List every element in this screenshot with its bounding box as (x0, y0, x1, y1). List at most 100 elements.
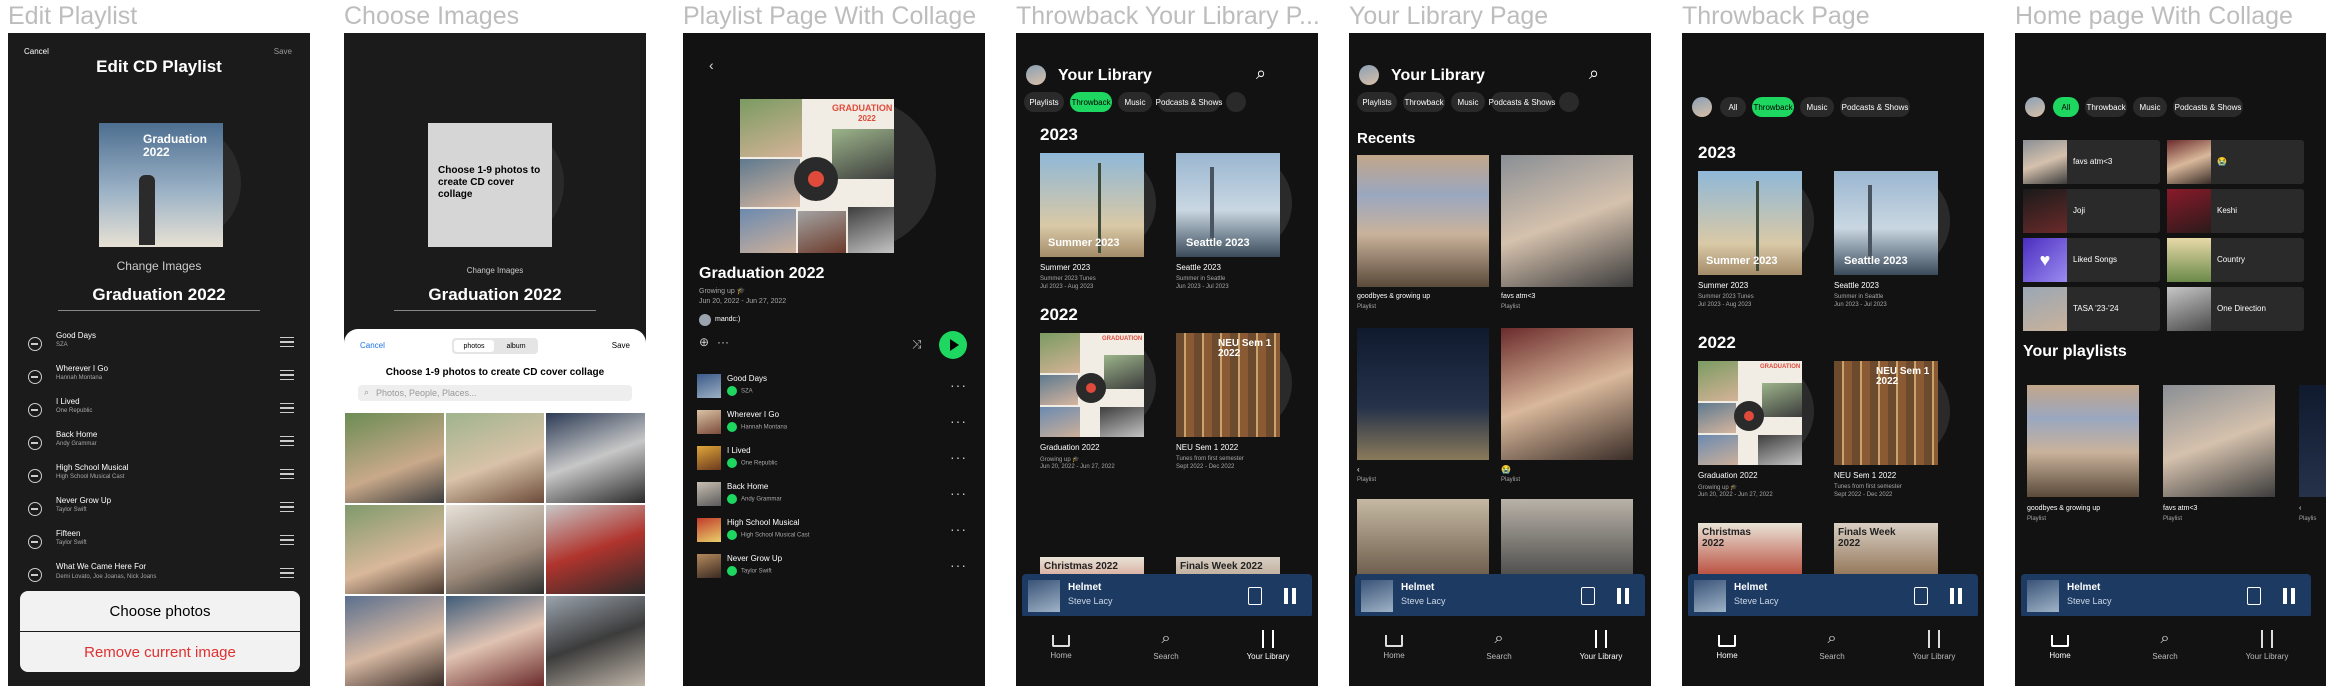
add-user-icon[interactable]: ⊕ (699, 335, 709, 349)
nav-library[interactable]: Your Library (1571, 630, 1631, 661)
nav-search[interactable]: ⌕ Search (2135, 630, 2195, 661)
playlist-title[interactable]: goodbyes & growing up (1357, 293, 1430, 300)
pause-icon[interactable] (2291, 588, 2295, 604)
playlist-title[interactable]: favs atm<3 (1501, 293, 1535, 300)
track-more-icon[interactable]: ··· (950, 485, 967, 501)
track-row[interactable]: Wherever I Go Hannah Montana ··· (683, 407, 985, 447)
playlist-cover[interactable] (1357, 499, 1489, 579)
playlist-cover[interactable] (2027, 385, 2139, 497)
track-row[interactable]: I Lived One Republic ··· (683, 443, 985, 483)
filter-music[interactable]: Music (1451, 92, 1485, 112)
shortcut-tile[interactable]: Country (2167, 238, 2304, 282)
cover-image[interactable]: Graduation 2022 (99, 123, 223, 247)
change-images-link[interactable]: Change Images (344, 266, 646, 275)
mini-player[interactable]: Helmet Steve Lacy (1688, 574, 1978, 618)
playlist-title[interactable]: ‹ (2299, 505, 2301, 512)
summer-2023-cover[interactable]: Summer 2023 (1698, 171, 1802, 275)
filter-podcasts[interactable]: Podcasts & Shows (2173, 97, 2243, 117)
filter-podcasts[interactable]: Podcasts & Shows (1156, 92, 1222, 112)
nav-library[interactable]: Your Library (1904, 630, 1964, 661)
filter-music[interactable]: Music (2133, 97, 2167, 117)
profile-avatar[interactable] (1359, 65, 1379, 85)
mini-player[interactable]: Helmet Steve Lacy (2021, 574, 2311, 618)
save-button[interactable]: Save (274, 47, 292, 56)
filter-more[interactable] (1559, 92, 1579, 112)
pause-icon[interactable] (1958, 588, 1962, 604)
remove-track-icon[interactable] (28, 568, 42, 582)
pause-icon[interactable] (1292, 588, 1296, 604)
profile-avatar[interactable] (1692, 97, 1712, 117)
filter-throwback[interactable]: Throwback (1070, 92, 1112, 112)
playlist-cover[interactable] (2163, 385, 2275, 497)
remove-track-icon[interactable] (28, 535, 42, 549)
drag-handle-icon[interactable] (280, 337, 294, 347)
filter-music[interactable]: Music (1118, 92, 1152, 112)
photo-thumbnail[interactable] (445, 596, 545, 686)
playlist-cover[interactable] (1357, 328, 1489, 460)
drag-handle-icon[interactable] (280, 502, 294, 512)
playlist-title[interactable]: ‹ (1357, 465, 1360, 474)
back-arrow-icon[interactable]: ‹ (709, 57, 714, 73)
photo-thumbnail[interactable] (345, 413, 444, 503)
drag-handle-icon[interactable] (280, 568, 294, 578)
seattle-2023-cover[interactable]: Seattle 2023 (1176, 153, 1280, 257)
track-row[interactable]: Good Days SZA ··· (683, 371, 985, 411)
shortcut-tile[interactable]: TASA '23-'24 (2023, 287, 2160, 331)
track-more-icon[interactable]: ··· (950, 449, 967, 465)
pause-icon[interactable] (1284, 588, 1288, 604)
nav-library[interactable]: Your Library (1238, 630, 1298, 661)
playlist-cover[interactable] (1501, 499, 1633, 579)
filter-playlists[interactable]: Playlists (1024, 92, 1064, 112)
profile-avatar[interactable] (1026, 65, 1046, 85)
pause-icon[interactable] (2283, 588, 2287, 604)
photo-thumbnail[interactable] (546, 413, 645, 503)
filter-throwback[interactable]: Throwback (1752, 97, 1794, 117)
photo-thumbnail[interactable] (445, 504, 545, 595)
filter-music[interactable]: Music (1800, 97, 1834, 117)
photo-thumbnail[interactable] (546, 504, 645, 595)
photo-thumbnail[interactable] (345, 504, 444, 595)
drag-handle-icon[interactable] (280, 436, 294, 446)
filter-all[interactable]: All (2053, 97, 2079, 117)
shortcut-tile[interactable]: Joji (2023, 189, 2160, 233)
owner-name[interactable]: mandc:) (715, 316, 740, 323)
seattle-2023-cover[interactable]: Seattle 2023 (1834, 171, 1938, 275)
shortcut-tile[interactable]: favs atm<3 (2023, 140, 2160, 184)
cancel-button[interactable]: Cancel (24, 47, 49, 56)
drag-handle-icon[interactable] (280, 535, 294, 545)
filter-podcasts[interactable]: Podcasts & Shows (1840, 97, 1910, 117)
shortcut-tile[interactable]: One Direction (2167, 287, 2304, 331)
filter-all[interactable]: All (1720, 97, 1746, 117)
neu-sem-cover[interactable]: NEU Sem 1 2022 (1176, 333, 1280, 437)
pause-icon[interactable] (1950, 588, 1954, 604)
drag-handle-icon[interactable] (280, 370, 294, 380)
more-options-icon[interactable]: ··· (717, 335, 729, 349)
profile-avatar[interactable] (2025, 97, 2045, 117)
shortcut-tile[interactable]: 😭 (2167, 140, 2304, 184)
tab-photos[interactable]: photos (454, 340, 494, 352)
playlist-cover[interactable] (1501, 328, 1633, 460)
album-title[interactable]: Graduation 2022 (1698, 471, 1758, 480)
devices-icon[interactable] (1581, 587, 1595, 605)
graduation-2022-cover[interactable]: GRADUATION (1040, 333, 1144, 437)
graduation-2022-cover[interactable]: GRADUATION (1698, 361, 1802, 465)
playlist-title[interactable]: favs atm<3 (2163, 505, 2197, 512)
remove-track-icon[interactable] (28, 436, 42, 450)
playlist-title[interactable]: goodbyes & growing up (2027, 505, 2100, 512)
devices-icon[interactable] (2247, 587, 2261, 605)
nav-search[interactable]: ⌕ Search (1802, 630, 1862, 661)
album-title[interactable]: NEU Sem 1 2022 (1834, 471, 1896, 480)
track-more-icon[interactable]: ··· (950, 557, 967, 573)
track-row[interactable]: High School Musical High School Musical … (683, 515, 985, 555)
tab-album[interactable]: album (496, 340, 536, 352)
shortcut-tile[interactable]: Keshi (2167, 189, 2304, 233)
pause-icon[interactable] (1625, 588, 1629, 604)
change-images-link[interactable]: Change Images (8, 259, 310, 273)
nav-home[interactable]: Home (1364, 630, 1424, 660)
remove-track-icon[interactable] (28, 370, 42, 384)
filter-throwback[interactable]: Throwback (1403, 92, 1445, 112)
album-title[interactable]: Seattle 2023 (1176, 263, 1221, 272)
filter-throwback[interactable]: Throwback (2085, 97, 2127, 117)
nav-search[interactable]: ⌕ Search (1469, 630, 1529, 661)
summer-2023-cover[interactable]: Summer 2023 (1040, 153, 1144, 257)
